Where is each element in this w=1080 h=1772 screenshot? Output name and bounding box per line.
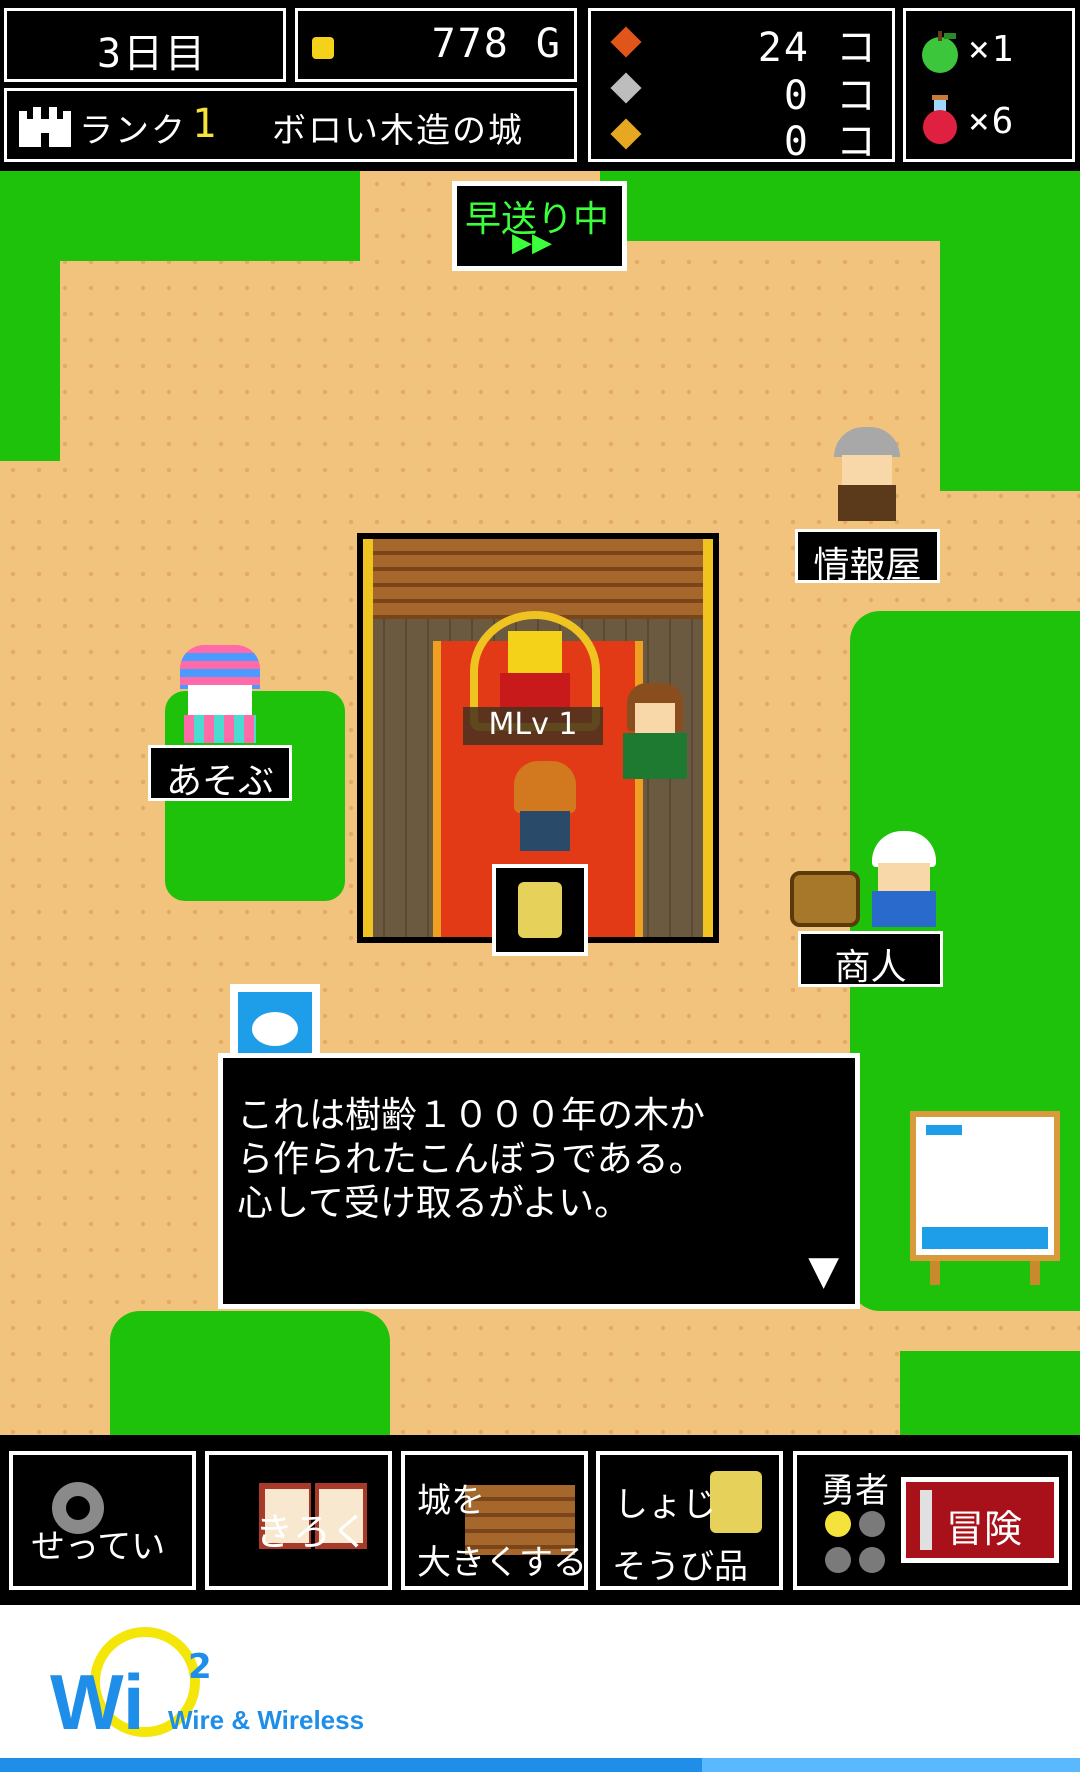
info-broker-body — [838, 485, 896, 521]
gem-count-gold: 0 コ — [783, 119, 878, 165]
hero-label: 勇者 — [821, 1471, 889, 1511]
armor-icon — [518, 882, 562, 938]
play-npc-face — [188, 685, 252, 715]
adventure-button[interactable]: 冒険 — [901, 1477, 1059, 1563]
adventure-label: 冒険 — [946, 1507, 1023, 1551]
day-panel: 3日目 — [4, 8, 286, 82]
items-label-line1: しょじ — [614, 1485, 716, 1525]
label-merchant[interactable]: 商人 — [798, 931, 943, 988]
label-info-broker[interactable]: 情報屋 — [795, 529, 940, 586]
minister-body — [623, 733, 687, 779]
logo-text: Wire & Wireless — [168, 1705, 365, 1735]
info-broker-hat — [834, 427, 900, 457]
king-head — [508, 631, 562, 675]
logo-mark: Wi — [50, 1658, 145, 1746]
day-text: 3日目 — [97, 31, 208, 77]
dialog-next-arrow[interactable]: ▼ — [808, 1248, 839, 1294]
gems-panel: 24 コ 0 コ 0 コ — [588, 8, 895, 165]
hero-character[interactable] — [510, 761, 580, 861]
castle-name: ボロい木造の城 — [272, 111, 524, 151]
gold-panel: 778 G — [295, 8, 577, 82]
rank-value: 1 — [192, 101, 219, 147]
merchant-npc[interactable] — [864, 831, 944, 931]
expand-label-line1: 城を — [417, 1481, 485, 1521]
merchant-body — [872, 891, 936, 927]
gold-trim-left — [363, 539, 373, 937]
coin-icon — [312, 37, 334, 59]
grass-right-upper — [940, 231, 1080, 491]
dialog-box[interactable]: これは樹齢１０００年の木か ら作られたこんぼうである。 心して受け取るがよい。 … — [218, 1053, 860, 1309]
info-broker-face — [842, 455, 892, 485]
records-button[interactable]: きろく — [205, 1451, 392, 1590]
adventure-panel[interactable]: 勇者 冒険 — [793, 1451, 1072, 1590]
expand-label-line2: 大きくする — [417, 1543, 587, 1583]
apple-icon — [922, 31, 958, 73]
play-npc-hat — [180, 645, 260, 689]
minister-face — [635, 703, 675, 733]
potion-icon — [923, 95, 957, 144]
signboard[interactable] — [910, 1111, 1060, 1311]
silver-gem-icon — [610, 72, 642, 104]
signboard-logo — [926, 1125, 962, 1135]
rank-label: ランク — [79, 111, 187, 151]
grass-bottom-right — [900, 1351, 1080, 1435]
signboard-leg-right — [1030, 1261, 1040, 1285]
rank-panel: ランク 1 ボロい木造の城 — [4, 88, 577, 162]
ad-banner[interactable]: Wi 2 Wire & Wireless — [0, 1605, 1080, 1772]
records-label: きろく — [255, 1510, 370, 1554]
wi2-logo: Wi 2 Wire & Wireless — [50, 1623, 380, 1753]
potion-count: ×6 — [968, 101, 1016, 142]
castle-icon — [19, 107, 71, 147]
label-play[interactable]: あそぶ — [148, 745, 292, 802]
info-broker-npc[interactable] — [830, 427, 904, 523]
red-gem-icon — [610, 26, 642, 58]
signboard-frame — [910, 1111, 1060, 1261]
consumables-panel: ×1 ×6 — [903, 8, 1075, 162]
signboard-leg-left — [930, 1261, 940, 1285]
ad-bottom-bar — [0, 1758, 1080, 1772]
signboard-bar — [922, 1227, 1048, 1249]
sword-icon — [920, 1490, 932, 1550]
dialog-text-line-3: 心して受け取るがよい。 — [237, 1183, 631, 1224]
party-slot-1-icon — [825, 1511, 851, 1537]
gold-gem-icon — [610, 118, 642, 150]
party-slot-3-icon — [825, 1547, 851, 1573]
merchant-face — [878, 863, 930, 891]
fast-forward-indicator[interactable]: 早送り中 ▶▶ — [452, 181, 627, 271]
play-npc[interactable] — [170, 645, 270, 745]
fast-forward-arrows: ▶▶ — [512, 228, 552, 258]
play-npc-body — [184, 715, 256, 743]
logo-superscript: 2 — [188, 1647, 212, 1687]
merchant-turban — [872, 831, 936, 867]
settings-label: せってい — [31, 1527, 166, 1567]
hero-body — [520, 811, 570, 851]
king-level-badge: MLv 1 — [463, 707, 603, 745]
party-slot-2-icon — [859, 1511, 885, 1537]
expand-castle-button[interactable]: 城を 大きくする — [401, 1451, 588, 1590]
apple-count: ×1 — [968, 29, 1016, 70]
hero-hair — [514, 761, 576, 813]
items-button[interactable]: しょじ そうび品 — [596, 1451, 783, 1590]
armor-icon — [710, 1471, 762, 1533]
gold-amount: 778 G — [431, 21, 562, 67]
party-slot-4-icon — [859, 1547, 885, 1573]
grass-bottom-left — [110, 1311, 390, 1435]
settings-button[interactable]: せってい — [9, 1451, 196, 1590]
merchant-shield-icon[interactable] — [790, 871, 860, 927]
items-label-line2: そうび品 — [612, 1547, 748, 1587]
equipment-slot[interactable] — [492, 864, 588, 956]
game-field[interactable]: 早送り中 ▶▶ MLv 1 情報屋 あそぶ 商人 これは樹齢１０００年の木か ら… — [0, 171, 1080, 1435]
grass-left — [0, 231, 60, 461]
minister-npc[interactable] — [615, 683, 695, 783]
gold-trim-right — [703, 539, 713, 937]
throne-room-wall — [363, 539, 713, 619]
